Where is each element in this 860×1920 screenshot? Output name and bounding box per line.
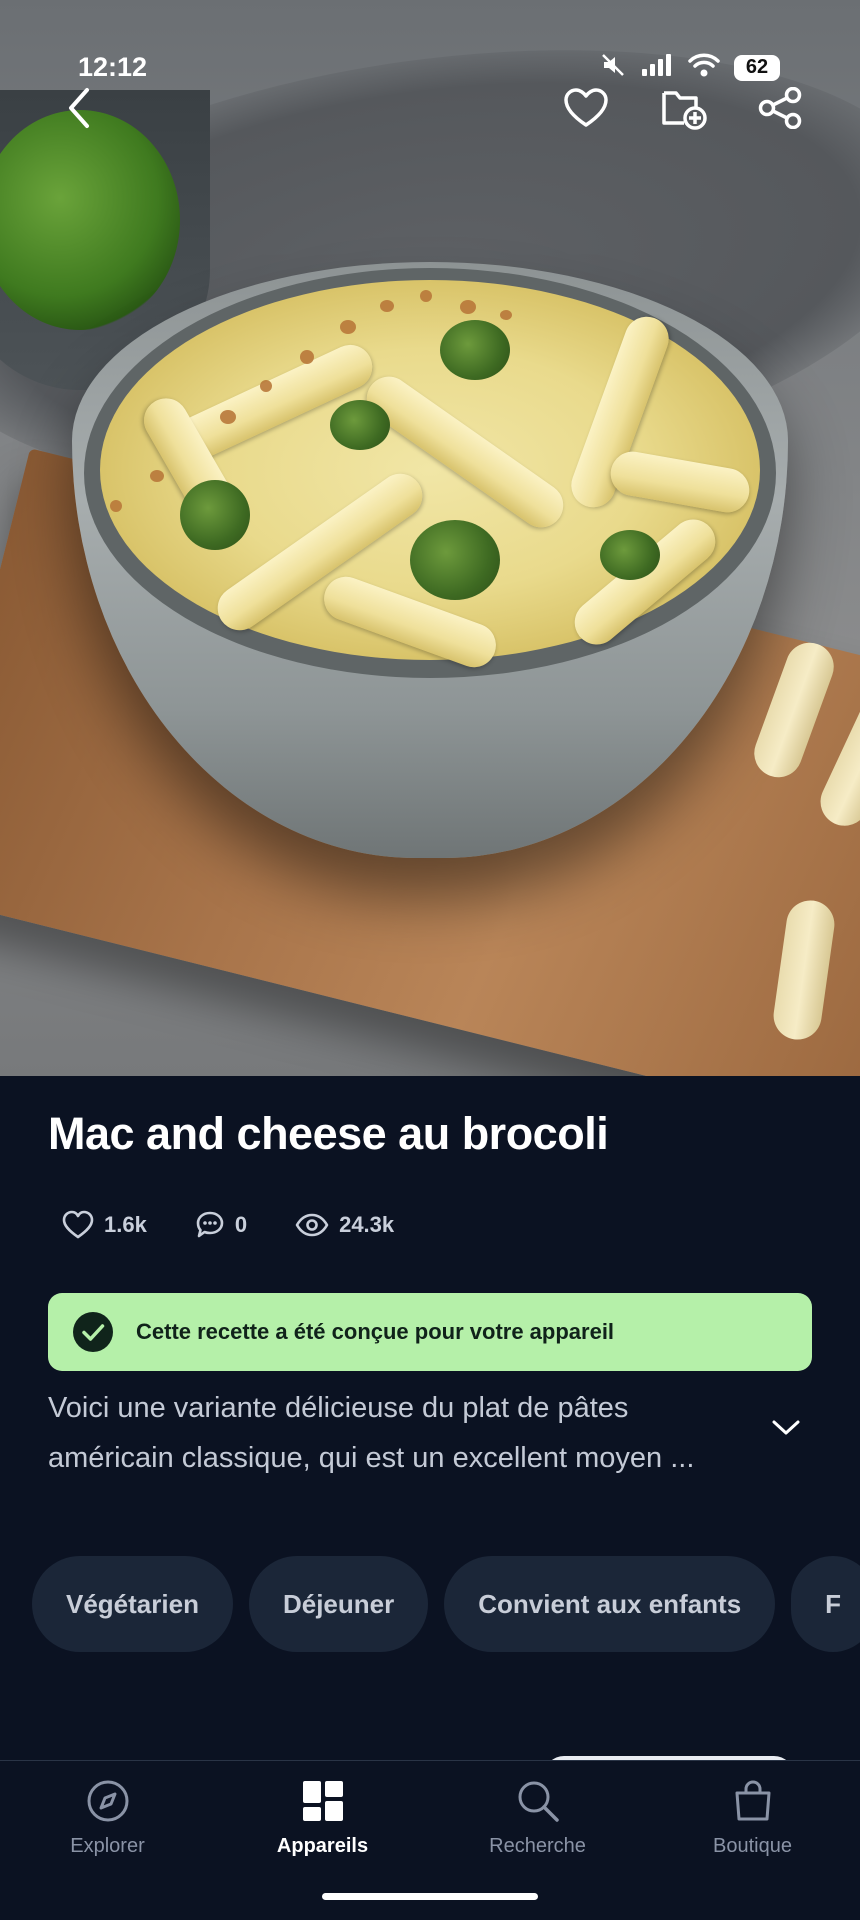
recipe-description[interactable]: Voici une variante délicieuse du plat de… xyxy=(48,1383,748,1483)
shopping-bag-icon xyxy=(735,1780,770,1821)
chevron-down-icon xyxy=(772,1420,800,1435)
views-stat: 24.3k xyxy=(295,1212,394,1238)
heart-outline-icon xyxy=(62,1210,94,1239)
status-time: 12:12 xyxy=(78,52,148,82)
likes-stat[interactable]: 1.6k xyxy=(62,1210,147,1240)
breadcrumb-topping xyxy=(300,350,314,364)
nav-item-boutique[interactable]: Boutique xyxy=(645,1761,860,1920)
breadcrumb-topping xyxy=(380,300,394,312)
recipe-title: Mac and cheese au brocoli xyxy=(48,1108,609,1159)
breadcrumb-topping xyxy=(460,300,476,314)
broccoli-floret xyxy=(410,520,500,600)
favorite-button[interactable] xyxy=(558,80,614,136)
appliances-grid-icon xyxy=(302,1781,343,1821)
mute-icon xyxy=(600,52,626,83)
home-indicator[interactable] xyxy=(322,1893,538,1900)
broccoli-floret xyxy=(180,480,250,550)
tag-chip-partial[interactable]: F xyxy=(791,1556,860,1652)
breadcrumb-topping xyxy=(110,500,122,512)
tag-chip-lunch[interactable]: Déjeuner xyxy=(248,1556,429,1652)
add-to-collection-button[interactable] xyxy=(656,80,712,136)
comments-stat[interactable]: 0 xyxy=(195,1210,247,1240)
eye-icon xyxy=(295,1213,329,1237)
tag-chip-kid-friendly[interactable]: Convient aux enfants xyxy=(444,1556,776,1652)
comment-icon xyxy=(196,1211,224,1238)
breadcrumb-topping xyxy=(220,410,236,424)
description-line-2: américain classique, qui est un excellen… xyxy=(48,1442,695,1474)
breadcrumb-topping xyxy=(260,380,272,392)
recipe-tags: Végétarien Déjeuner Convient aux enfants… xyxy=(32,1556,860,1652)
nav-label-appareils: Appareils xyxy=(276,1835,369,1857)
compatibility-text: Cette recette a été conçue pour votre ap… xyxy=(136,1319,615,1344)
folder-add-icon xyxy=(662,91,707,130)
expand-description-button[interactable] xyxy=(770,1418,802,1443)
nav-label-boutique: Boutique xyxy=(713,1835,792,1857)
battery-indicator: 62 xyxy=(734,54,780,81)
chevron-left-icon xyxy=(69,88,89,128)
nav-item-explorer[interactable]: Explorer xyxy=(0,1761,215,1920)
breadcrumb-topping xyxy=(500,310,512,320)
broccoli-floret xyxy=(440,320,510,380)
tag-chip-vegetarian[interactable]: Végétarien xyxy=(32,1556,233,1652)
compass-icon xyxy=(87,1780,128,1822)
compatibility-banner: Cette recette a été conçue pour votre ap… xyxy=(48,1293,812,1371)
views-count: 24.3k xyxy=(339,1212,395,1237)
search-icon xyxy=(518,1781,559,1822)
heart-icon xyxy=(564,88,608,127)
back-button[interactable] xyxy=(52,80,108,136)
check-circle-icon xyxy=(73,1312,113,1352)
nav-label-explorer: Explorer xyxy=(70,1835,145,1857)
share-icon xyxy=(758,87,802,129)
breadcrumb-topping xyxy=(420,290,432,302)
signal-icon xyxy=(640,53,674,82)
share-button[interactable] xyxy=(752,80,808,136)
broccoli-floret xyxy=(330,400,390,450)
comments-count: 0 xyxy=(234,1212,248,1237)
recipe-hero-image xyxy=(0,0,860,1076)
likes-count: 1.6k xyxy=(104,1212,147,1237)
recipe-stats: 1.6k 0 24.3k xyxy=(62,1210,394,1240)
description-line-1: Voici une variante délicieuse du plat de… xyxy=(48,1392,629,1424)
broccoli-floret xyxy=(600,530,660,580)
status-icons: 62 xyxy=(600,52,780,83)
breadcrumb-topping xyxy=(340,320,356,334)
breadcrumb-topping xyxy=(150,470,164,482)
nav-label-recherche: Recherche xyxy=(489,1835,586,1857)
wifi-icon xyxy=(688,53,720,82)
